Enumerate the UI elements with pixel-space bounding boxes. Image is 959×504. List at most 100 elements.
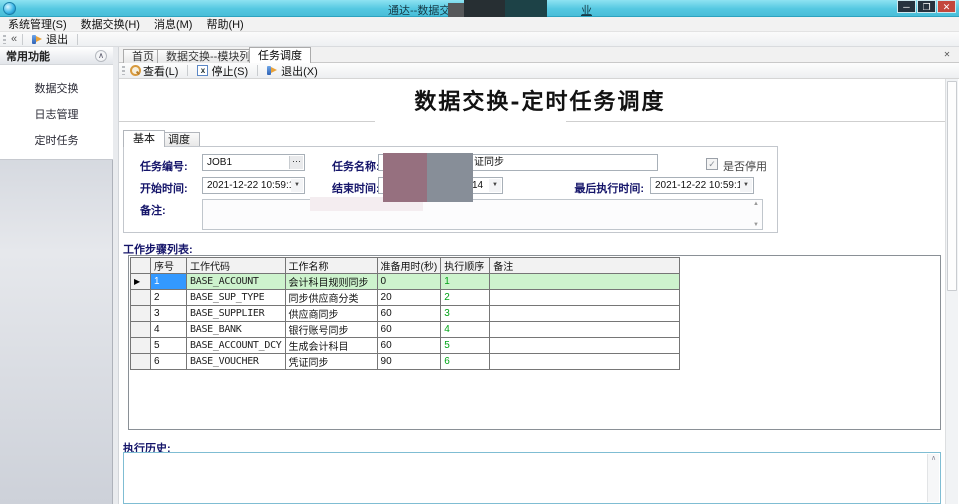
table-row[interactable]: ▶ 1 BASE_ACCOUNT 会计科目规则同步 0 1 [131,274,680,290]
cell-prep[interactable]: 20 [377,290,441,306]
scrollbar[interactable]: ▲ ▼ [752,201,760,228]
col-name[interactable]: 工作名称 [285,258,377,274]
last-exec-time-label: 最后执行时间: [570,180,644,196]
table-row[interactable]: 2 BASE_SUP_TYPE 同步供应商分类 20 2 [131,290,680,306]
menu-help[interactable]: 帮助(H) [206,16,243,32]
cell-seq[interactable]: 4 [151,322,187,338]
tab-close-icon[interactable]: ✕ [941,49,953,61]
menu-data-exchange[interactable]: 数据交换(H) [81,16,140,32]
cell-remark[interactable] [490,338,680,354]
cell-name[interactable]: 生成会计科目 [285,338,377,354]
last-exec-time-field[interactable]: 2021-12-22 10:59:14 ▼ [650,177,754,194]
scroll-up-icon[interactable]: ∧ [931,455,936,462]
cell-order[interactable]: 3 [441,306,490,322]
remark-textarea[interactable]: ▲ ▼ [202,199,763,230]
current-row-arrow-icon: ▶ [134,277,140,286]
cell-prep[interactable]: 60 [377,338,441,354]
start-time-label: 开始时间: [140,180,188,196]
cell-order[interactable]: 5 [441,338,490,354]
restore-button[interactable]: ❐ [917,0,936,13]
main-scrollbar[interactable] [945,79,958,504]
steps-table-container: 序号 工作代码 工作名称 准备用时(秒) 执行顺序 备注 ▶ 1 BASE_AC… [128,255,941,430]
table-row[interactable]: 5 BASE_ACCOUNT_DCY 生成会计科目 60 5 [131,338,680,354]
start-time-field[interactable]: 2021-12-22 10:59:14 ▼ [202,177,305,194]
cell-prep[interactable]: 60 [377,322,441,338]
cell-name[interactable]: 供应商同步 [285,306,377,322]
cell-name[interactable]: 凭证同步 [285,354,377,370]
job-no-field[interactable]: JOB1 ⋯ [202,154,305,171]
cell-prep[interactable]: 0 [377,274,441,290]
sidebar: 常用功能 ∧ 数据交换 日志管理 定时任务 [0,47,113,504]
cell-code[interactable]: BASE_SUP_TYPE [187,290,286,306]
cell-name[interactable]: 同步供应商分类 [285,290,377,306]
chevron-down-icon[interactable]: ▼ [489,179,501,192]
cell-remark[interactable] [490,274,680,290]
stop-button[interactable]: x 停止(S) [193,62,252,80]
cell-seq[interactable]: 2 [151,290,187,306]
cell-order[interactable]: 6 [441,354,490,370]
job-name-label: 任务名称: [332,158,380,174]
search-icon [129,65,140,76]
cell-seq[interactable]: 3 [151,306,187,322]
cell-remark[interactable] [490,290,680,306]
col-order[interactable]: 执行顺序 [441,258,490,274]
cell-order[interactable]: 2 [441,290,490,306]
cell-code[interactable]: BASE_VOUCHER [187,354,286,370]
cell-code[interactable]: BASE_BANK [187,322,286,338]
cell-seq[interactable]: 5 [151,338,187,354]
view-button[interactable]: 查看(L) [125,62,182,80]
ellipsis-button[interactable]: ⋯ [289,156,303,169]
scroll-up-icon[interactable]: ▲ [752,201,760,207]
cell-remark[interactable] [490,322,680,338]
menu-message[interactable]: 消息(M) [154,16,193,32]
table-row[interactable]: 3 BASE_SUPPLIER 供应商同步 60 3 [131,306,680,322]
tab-basic[interactable]: 基本 [123,130,165,147]
cell-seq[interactable]: 6 [151,354,187,370]
cell-remark[interactable] [490,306,680,322]
cell-name[interactable]: 会计科目规则同步 [285,274,377,290]
scrollbar-thumb[interactable] [947,81,957,291]
cell-code[interactable]: BASE_ACCOUNT [187,274,286,290]
cell-prep[interactable]: 60 [377,306,441,322]
exit-icon [267,65,278,76]
redaction-box [383,153,427,202]
cell-prep[interactable]: 90 [377,354,441,370]
history-textarea[interactable]: ∧ [123,452,941,504]
cell-code[interactable]: BASE_ACCOUNT_DCY [187,338,286,354]
col-prep[interactable]: 准备用时(秒) [377,258,441,274]
exit-button[interactable]: 退出(X) [263,62,322,80]
quick-exit-button[interactable]: 退出 [28,30,72,48]
chevron-up-icon[interactable]: ∧ [95,50,107,62]
cell-name[interactable]: 银行账号同步 [285,322,377,338]
sidebar-item-data-exchange[interactable]: 数据交换 [0,80,113,96]
cell-order[interactable]: 4 [441,322,490,338]
minimize-button[interactable]: ─ [897,0,916,13]
chevron-down-icon[interactable]: ▼ [740,179,752,192]
window-title-suffix: 业 [581,2,592,18]
disabled-checkbox[interactable]: ✓ [706,158,718,170]
cell-seq[interactable]: 1 [151,274,187,290]
cell-order[interactable]: 1 [441,274,490,290]
col-code[interactable]: 工作代码 [187,258,286,274]
close-button[interactable]: ✕ [937,0,956,13]
quick-toolbar: « 退出 [0,32,959,47]
cell-remark[interactable] [490,354,680,370]
col-remark[interactable]: 备注 [490,258,680,274]
sidebar-header-label: 常用功能 [6,48,95,64]
chevron-down-icon[interactable]: ▼ [291,179,303,192]
cell-code[interactable]: BASE_SUPPLIER [187,306,286,322]
sidebar-item-scheduled-tasks[interactable]: 定时任务 [0,132,113,148]
scrollbar[interactable]: ∧ [927,454,939,502]
scroll-down-icon[interactable]: ▼ [752,222,760,228]
tab-task-schedule[interactable]: 任务调度 [249,47,311,63]
collapse-sidebar-button[interactable]: « [11,33,17,45]
exit-icon [32,34,43,45]
sidebar-header: 常用功能 ∧ [0,47,113,65]
toolbar-separator [257,65,258,76]
sidebar-panel: 常用功能 ∧ 数据交换 日志管理 定时任务 [0,47,113,160]
page-title: 数据交换-定时任务调度 [380,84,700,116]
sidebar-item-log-management[interactable]: 日志管理 [0,106,113,122]
table-row[interactable]: 6 BASE_VOUCHER 凭证同步 90 6 [131,354,680,370]
table-row[interactable]: 4 BASE_BANK 银行账号同步 60 4 [131,322,680,338]
col-seq[interactable]: 序号 [151,258,187,274]
